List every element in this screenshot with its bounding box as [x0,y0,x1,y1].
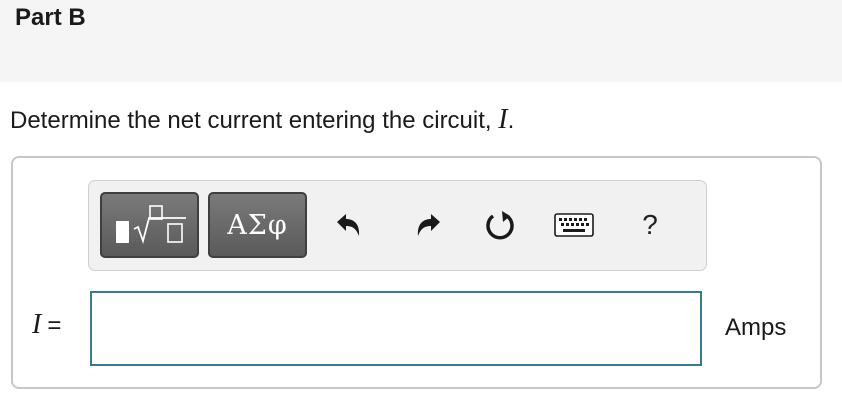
question-period: . [507,107,515,134]
keyboard-icon[interactable] [553,205,595,245]
templates-button[interactable] [100,192,199,258]
question-variable: I [498,104,508,135]
answer-variable: I [32,309,42,340]
units-label: Amps [725,314,787,341]
equals-sign: = [47,312,62,339]
help-button[interactable]: ? [633,205,667,245]
question-prompt: Determine the net current entering the c… [10,107,499,134]
question-text: Determine the net current entering the c… [10,104,514,136]
reset-icon[interactable] [480,205,520,245]
part-title: Part B [15,4,86,31]
templates-sqrt-icon [115,205,186,245]
symbols-button[interactable]: ΑΣφ [208,192,307,258]
answer-variable-label: I = [32,309,61,341]
undo-icon[interactable] [329,205,369,245]
answer-input[interactable] [90,291,702,366]
redo-icon[interactable] [408,205,448,245]
part-header: Part B [0,0,842,82]
